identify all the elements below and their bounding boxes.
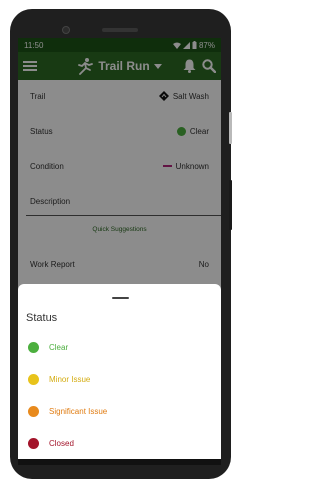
status-option-minor-issue[interactable]: Minor Issue [28,371,90,387]
status-option-clear[interactable]: Clear [28,339,68,355]
option-label: Closed [49,438,74,448]
sheet-title: Status [26,312,58,324]
option-label: Clear [49,342,69,352]
phone-bottom-bezel [18,459,221,465]
status-option-significant-issue[interactable]: Significant Issue [28,403,107,419]
minor-issue-status-dot [28,373,39,385]
screen: 11:50 87% Trail Run Trail Salt Wash Stat… [18,38,221,459]
earpiece-speaker [102,28,138,32]
option-label: Minor Issue [49,374,91,384]
closed-status-dot [28,437,39,449]
status-option-closed[interactable]: Closed [28,435,74,451]
drag-handle[interactable] [112,297,129,299]
power-button [229,112,232,144]
option-label: Significant Issue [49,406,108,416]
status-bottom-sheet: Status Clear Minor Issue Significant Iss… [18,284,221,459]
front-camera [62,26,70,34]
significant-issue-status-dot [28,405,39,417]
volume-button [229,180,232,230]
clear-status-dot [28,341,39,353]
